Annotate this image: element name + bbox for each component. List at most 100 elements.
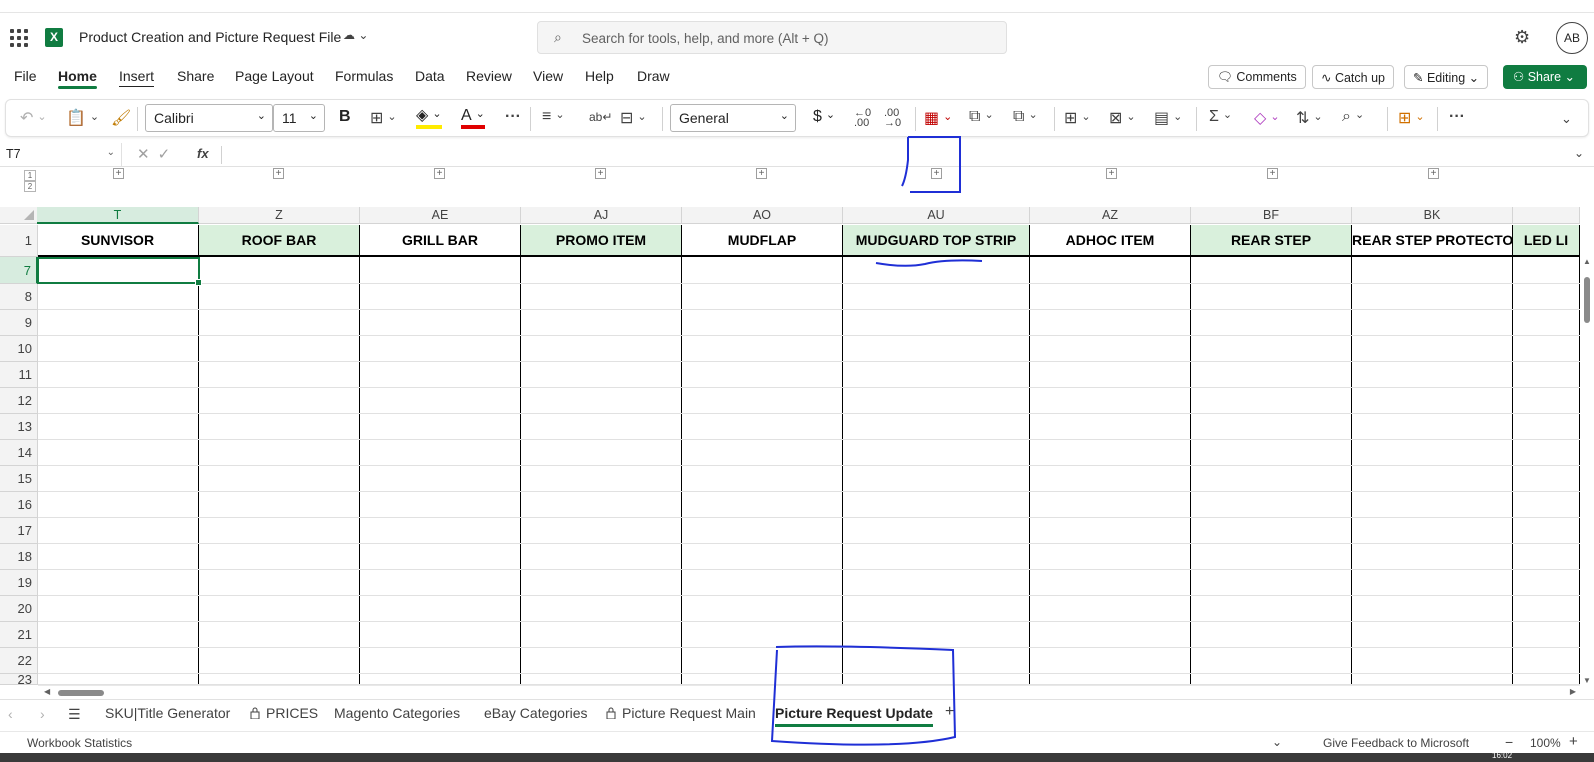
format-painter-icon[interactable]: 🖌 <box>111 108 131 128</box>
chevron-down-icon[interactable]: ⌄ <box>1272 735 1282 749</box>
scroll-up-icon[interactable]: ▲ <box>1583 257 1591 266</box>
expand-group-icon[interactable]: + <box>595 168 606 179</box>
font-name-select[interactable]: Calibri ⌄ <box>145 104 273 132</box>
catch-up-button[interactable]: ∿ Catch up <box>1312 65 1394 89</box>
wrap-text-icon[interactable]: ab↵ <box>589 110 612 124</box>
decrease-decimal-icon[interactable]: .00 →0 <box>884 108 901 129</box>
grid-row[interactable] <box>38 310 1580 336</box>
column-header-z[interactable]: Z <box>199 207 360 224</box>
add-sheet-button[interactable]: + <box>945 703 954 721</box>
avatar[interactable]: AB <box>1556 22 1588 54</box>
tab-data[interactable]: Data <box>415 68 445 84</box>
all-sheets-menu-icon[interactable]: ☰ <box>68 706 81 723</box>
scroll-right-icon[interactable]: ▶ <box>1570 687 1576 696</box>
tab-insert[interactable]: Insert <box>119 68 155 87</box>
grid-row[interactable] <box>38 596 1580 622</box>
conditional-format-icon[interactable]: ▦ <box>924 108 952 128</box>
zoom-level[interactable]: 100% <box>1530 736 1561 750</box>
row-header-21[interactable]: 21 <box>0 622 38 648</box>
grid-row[interactable] <box>38 492 1580 518</box>
delete-cells-icon[interactable]: ⊠ <box>1109 108 1136 128</box>
clear-icon[interactable]: ◇ <box>1254 108 1280 128</box>
tab-formulas[interactable]: Formulas <box>335 68 393 84</box>
expand-group-icon[interactable]: + <box>434 168 445 179</box>
row-header-9[interactable]: 9 <box>0 310 38 336</box>
header-cell[interactable]: PROMO ITEM <box>521 225 682 257</box>
sheet-tab-picture-request-update[interactable]: Picture Request Update <box>775 705 933 727</box>
row-header-1[interactable]: 1 <box>0 225 38 257</box>
cell-styles-icon[interactable]: ⧉ <box>1013 108 1038 126</box>
row-header-14[interactable]: 14 <box>0 440 38 466</box>
select-all-corner[interactable] <box>0 207 38 224</box>
ribbon-collapse-chevron-icon[interactable]: ⌄ <box>1561 111 1572 127</box>
grid-row[interactable] <box>38 544 1580 570</box>
expand-formula-bar-icon[interactable]: ⌄ <box>1574 146 1584 160</box>
grid-row[interactable] <box>38 440 1580 466</box>
column-header-au[interactable]: AU <box>843 207 1030 224</box>
format-as-table-icon[interactable]: ⧉ <box>969 108 994 126</box>
undo-icon[interactable]: ↶ <box>20 108 47 128</box>
column-header-bk[interactable]: BK <box>1352 207 1513 224</box>
column-header-ao[interactable]: AO <box>682 207 843 224</box>
grid-row[interactable] <box>38 466 1580 492</box>
row-header-19[interactable]: 19 <box>0 570 38 596</box>
row-header-18[interactable]: 18 <box>0 544 38 570</box>
expand-group-icon[interactable]: + <box>113 168 124 179</box>
scroll-down-icon[interactable]: ▼ <box>1583 676 1591 685</box>
sheet-tab-sku-title-generator[interactable]: SKU|Title Generator <box>105 705 230 721</box>
grid-row[interactable] <box>38 388 1580 414</box>
sheet-tab-picture-request-main[interactable]: Picture Request Main <box>606 705 756 721</box>
saved-status-icon[interactable]: ☁ ⌄ <box>343 28 368 42</box>
document-title[interactable]: Product Creation and Picture Request Fil… <box>79 29 341 45</box>
borders-icon[interactable]: ⊞ <box>370 108 397 128</box>
grid-row[interactable] <box>38 570 1580 596</box>
column-header-bf[interactable]: BF <box>1191 207 1352 224</box>
comments-button[interactable]: 🗨 Comments <box>1208 65 1306 89</box>
more-font-options-icon[interactable]: ··· <box>505 108 521 126</box>
grid-row[interactable] <box>38 518 1580 544</box>
horizontal-scrollbar[interactable]: ◀ ▶ <box>38 685 1580 698</box>
horizontal-scroll-thumb[interactable] <box>58 690 104 696</box>
column-header-partial[interactable] <box>1513 207 1580 224</box>
row-header-16[interactable]: 16 <box>0 492 38 518</box>
workbook-statistics[interactable]: Workbook Statistics <box>27 736 132 750</box>
sheet-tab-magento-categories[interactable]: Magento Categories <box>334 705 460 721</box>
zoom-in-button[interactable]: + <box>1569 733 1578 750</box>
active-cell-t7[interactable] <box>37 257 202 286</box>
row-header-8[interactable]: 8 <box>0 284 38 310</box>
tab-home[interactable]: Home <box>58 68 97 89</box>
find-icon[interactable]: ⌕ <box>1342 108 1364 126</box>
sheet-tab-prices[interactable]: PRICES <box>250 705 318 721</box>
font-color-icon[interactable]: A <box>461 108 485 129</box>
grid-row[interactable] <box>38 284 1580 310</box>
vertical-scrollbar[interactable]: ▲ ▼ <box>1580 257 1594 685</box>
grid-row[interactable] <box>38 414 1580 440</box>
paste-icon[interactable]: 📋 <box>66 108 99 128</box>
header-cell[interactable]: SUNVISOR <box>37 225 199 257</box>
number-format-select[interactable]: General ⌄ <box>670 104 796 132</box>
autosum-icon[interactable]: Σ <box>1209 108 1232 126</box>
grid-row[interactable] <box>38 362 1580 388</box>
app-launcher-icon[interactable] <box>10 29 28 47</box>
header-cell[interactable]: LED LI <box>1513 225 1580 257</box>
tab-review[interactable]: Review <box>466 68 512 84</box>
header-cell[interactable]: ADHOC ITEM <box>1030 225 1191 257</box>
more-options-icon[interactable]: ··· <box>1449 108 1465 126</box>
zoom-out-button[interactable]: − <box>1505 734 1513 750</box>
header-cell[interactable]: MUDFLAP <box>682 225 843 257</box>
prev-sheet-icon[interactable]: ‹ <box>8 706 13 722</box>
bold-icon[interactable]: B <box>339 108 351 126</box>
tab-file[interactable]: File <box>14 68 37 84</box>
expand-group-icon[interactable]: + <box>931 168 942 179</box>
name-box[interactable]: T7 ⌄ <box>0 143 122 167</box>
fill-color-icon[interactable]: ◈ <box>416 108 442 129</box>
tab-share[interactable]: Share <box>177 68 214 84</box>
editing-mode-button[interactable]: ✎ Editing ⌄ <box>1404 65 1489 89</box>
expand-group-icon[interactable]: + <box>756 168 767 179</box>
grid-row[interactable] <box>38 336 1580 362</box>
row-header-17[interactable]: 17 <box>0 518 38 544</box>
row-header-22[interactable]: 22 <box>0 648 38 674</box>
align-icon[interactable]: ≡ <box>542 108 565 126</box>
outline-level-1[interactable]: 1 <box>24 170 36 181</box>
row-header-11[interactable]: 11 <box>0 362 38 388</box>
